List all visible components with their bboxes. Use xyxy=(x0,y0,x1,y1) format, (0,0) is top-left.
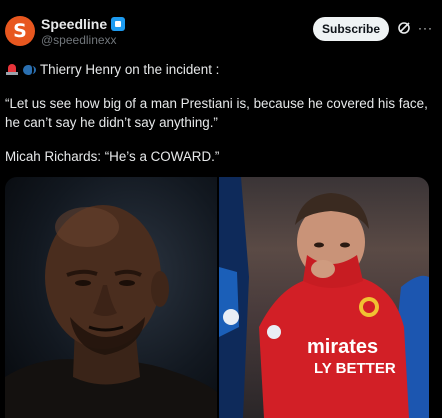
tweet-line-1: Thierry Henry on the incident : xyxy=(5,60,219,79)
grok-icon[interactable] xyxy=(397,21,411,35)
tweet-line-3: he can’t say he didn’t say anything.” xyxy=(5,115,218,130)
shirt-sponsor-line2: LY BETTER xyxy=(314,360,396,377)
avatar-letter: S xyxy=(13,20,27,42)
account-avatar[interactable]: S xyxy=(5,16,35,46)
more-icon[interactable]: ··· xyxy=(418,22,433,34)
tweet-line-2: “Let us see how big of a man Prestiani i… xyxy=(5,96,428,111)
tweet-line-1-text: Thierry Henry on the incident : xyxy=(40,62,220,77)
shirt-sponsor-line1: mirates xyxy=(307,336,378,358)
photo-thierry-henry[interactable] xyxy=(5,177,217,418)
tweet-header: S Speedline @speedlinexx Subscribe ··· xyxy=(0,0,442,56)
name-row: Speedline xyxy=(41,16,126,32)
subscribe-button[interactable]: Subscribe xyxy=(313,17,389,41)
media-grid: mirates LY BETTER xyxy=(5,177,429,418)
account-handle[interactable]: @speedlinexx xyxy=(41,33,117,47)
verified-badge-icon xyxy=(111,17,126,31)
display-name[interactable]: Speedline xyxy=(41,16,107,32)
prestiani-illustration: mirates LY BETTER xyxy=(219,177,429,418)
henry-illustration xyxy=(5,205,217,418)
speaking-head-icon xyxy=(22,63,36,76)
photo-prestiani[interactable]: mirates LY BETTER xyxy=(219,177,429,418)
siren-icon xyxy=(5,63,19,76)
tweet-line-4: Micah Richards: “He’s a COWARD.” xyxy=(5,149,220,164)
